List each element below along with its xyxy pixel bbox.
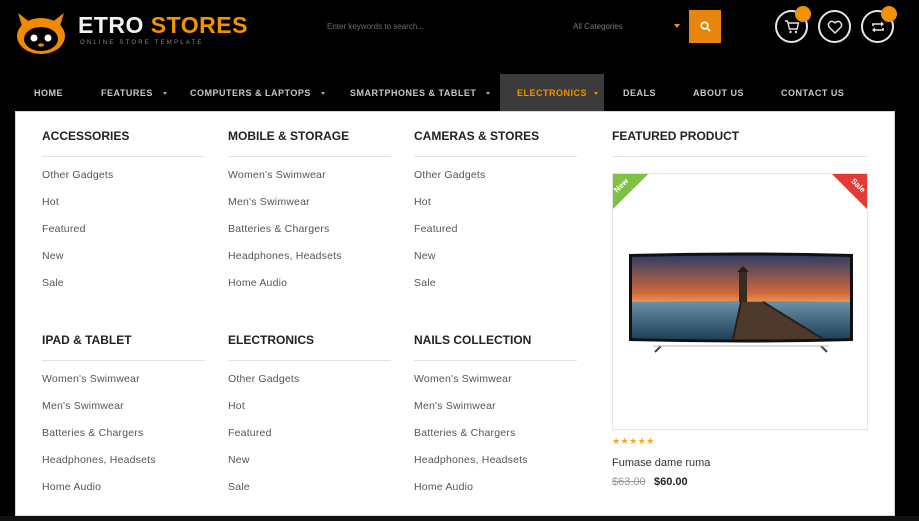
menu-column-title: ELECTRONICS <box>228 333 315 347</box>
chevron-down-icon <box>162 92 167 96</box>
nav-item-about-us[interactable]: ABOUT US <box>693 74 744 111</box>
menu-link[interactable]: Hot <box>42 196 59 208</box>
menu-link[interactable]: Headphones, Headsets <box>228 250 342 262</box>
category-select[interactable]: All Categories <box>564 10 684 43</box>
old-price: $63.00 <box>612 476 646 488</box>
menu-link[interactable]: Home Audio <box>414 481 473 493</box>
search-button[interactable] <box>689 10 721 43</box>
menu-link[interactable]: Other Gadgets <box>42 169 113 181</box>
search-bar: All Categories <box>320 10 721 43</box>
featured-product-card[interactable]: New Sale <box>612 173 868 430</box>
menu-link[interactable]: Men's Swimwear <box>414 400 496 412</box>
menu-link[interactable]: Headphones, Headsets <box>414 454 528 466</box>
brand-name[interactable]: ETRO STORES <box>78 12 248 39</box>
cart-icon <box>784 19 799 33</box>
menu-link[interactable]: New <box>228 454 250 466</box>
heart-icon <box>827 20 842 34</box>
menu-link[interactable]: Home Audio <box>42 481 101 493</box>
menu-column-title: CAMERAS & STORES <box>414 129 540 143</box>
menu-column-title: ACCESSORIES <box>42 129 130 143</box>
cart-badge <box>795 6 811 22</box>
nav-item-features[interactable]: FEATURES <box>101 74 167 111</box>
menu-link[interactable]: Women's Swimwear <box>228 169 326 181</box>
menu-link[interactable]: Featured <box>42 223 86 235</box>
menu-link[interactable]: Featured <box>414 223 458 235</box>
brand-tagline: ONLINE STORE TEMPLATE <box>80 40 204 46</box>
divider <box>414 156 577 157</box>
featured-product-title: FEATURED PRODUCT <box>612 129 740 143</box>
divider <box>414 360 577 361</box>
menu-link[interactable]: Batteries & Chargers <box>228 223 329 235</box>
search-input[interactable] <box>320 10 558 43</box>
nav-item-contact-us[interactable]: CONTACT US <box>781 74 844 111</box>
header: ETRO STORES ONLINE STORE TEMPLATE All Ca… <box>0 0 919 74</box>
menu-link[interactable]: Sale <box>42 277 64 289</box>
menu-link[interactable]: Featured <box>228 427 272 439</box>
menu-link[interactable]: Hot <box>414 196 431 208</box>
rating-stars: ★★★★★ <box>612 436 655 446</box>
divider <box>42 156 205 157</box>
search-icon <box>699 21 711 32</box>
menu-link[interactable]: Hot <box>228 400 245 412</box>
chevron-down-icon <box>320 92 325 96</box>
menu-link[interactable]: Headphones, Headsets <box>42 454 156 466</box>
nav-item-electronics[interactable]: ELECTRONICS <box>500 74 604 111</box>
menu-link[interactable]: Batteries & Chargers <box>42 427 143 439</box>
menu-column-title: MOBILE & STORAGE <box>228 129 350 143</box>
chevron-down-icon <box>486 92 491 96</box>
nav-item-computers-laptops[interactable]: COMPUTERS & LAPTOPS <box>190 74 325 111</box>
menu-link[interactable]: Home Audio <box>228 277 287 289</box>
menu-link[interactable]: Women's Swimwear <box>414 373 512 385</box>
compare-badge <box>881 6 897 22</box>
cart-button[interactable] <box>775 6 811 43</box>
nav-item-smartphones-tablet[interactable]: SMARTPHONES & TABLET <box>350 74 491 111</box>
category-select-value: All Categories <box>573 22 623 31</box>
new-price: $60.00 <box>654 476 688 488</box>
nav-item-deals[interactable]: DEALS <box>623 74 656 111</box>
menu-link[interactable]: Men's Swimwear <box>42 400 124 412</box>
compare-button[interactable] <box>861 6 897 43</box>
menu-column-title: IPAD & TABLET <box>42 333 132 347</box>
menu-link[interactable]: Women's Swimwear <box>42 373 140 385</box>
chevron-down-icon <box>674 24 680 28</box>
product-name[interactable]: Fumase dame ruma <box>612 457 710 469</box>
tv-product-image[interactable] <box>613 174 868 430</box>
menu-link[interactable]: Batteries & Chargers <box>414 427 515 439</box>
divider <box>228 156 391 157</box>
menu-link[interactable]: New <box>414 250 436 262</box>
main-nav: HOME FEATURES COMPUTERS & LAPTOPS SMARTP… <box>0 74 919 111</box>
menu-link[interactable]: Sale <box>414 277 436 289</box>
menu-link[interactable]: Other Gadgets <box>414 169 485 181</box>
menu-column-title: NAILS COLLECTION <box>414 333 532 347</box>
electronics-mega-menu: ACCESSORIES Other Gadgets Hot Featured N… <box>15 111 895 516</box>
menu-link[interactable]: New <box>42 250 64 262</box>
wishlist-button[interactable] <box>818 10 851 43</box>
menu-link[interactable]: Men's Swimwear <box>228 196 310 208</box>
chevron-down-icon <box>594 92 599 96</box>
refresh-icon <box>871 21 884 32</box>
page-content-peek <box>0 516 919 521</box>
nav-item-home[interactable]: HOME <box>34 74 63 111</box>
menu-link[interactable]: Other Gadgets <box>228 373 299 385</box>
divider <box>612 156 868 157</box>
divider <box>228 360 391 361</box>
divider <box>42 360 205 361</box>
cat-logo-icon[interactable] <box>15 11 67 55</box>
menu-link[interactable]: Sale <box>228 481 250 493</box>
